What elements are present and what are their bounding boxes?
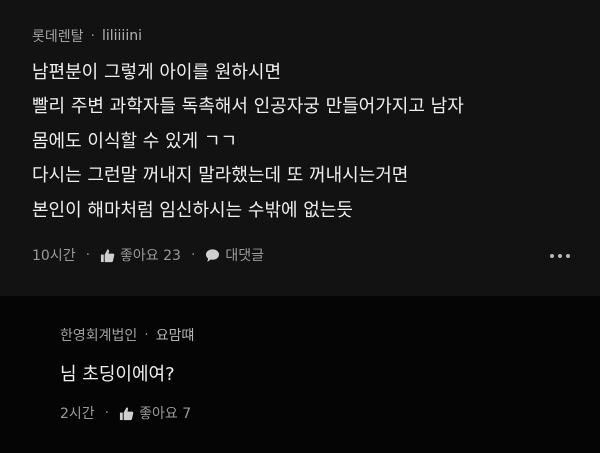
reply-button[interactable]: 대댓글	[205, 245, 264, 265]
reply-username[interactable]: 요맘떄	[156, 325, 195, 345]
like-count-label: 좋아요 23	[120, 248, 181, 264]
comment-line: 남편분이 그렇게 아이를 원하시면	[32, 62, 282, 83]
like-button[interactable]: 좋아요 7	[119, 403, 191, 423]
author-separator: ·	[144, 327, 149, 343]
comment-line: 빨리 주변 과학자들 독촉해서 인공자궁 만들어가지고 남자	[32, 96, 464, 118]
comment-body: 남편분이 그렇게 아이를 원하시면 빨리 주변 과학자들 독촉해서 인공자궁 만…	[32, 56, 464, 228]
reply-author-name[interactable]: 한영회계법인	[60, 325, 137, 345]
author-separator: ·	[90, 28, 95, 44]
comment-username[interactable]: liliiiini	[102, 28, 142, 44]
comment-line: 다시는 그런말 꺼내지 말라했는데 또 꺼내시는거면	[32, 165, 409, 187]
reply-label: 대댓글	[225, 248, 265, 264]
thumbs-up-icon	[100, 248, 115, 263]
thumbs-up-icon	[119, 406, 134, 421]
reply-time: 2시간	[60, 406, 95, 422]
reply-actions: 2시간 · 좋아요 7	[60, 403, 191, 423]
reply-author-line: 한영회계법인 · 요맘떄	[60, 325, 194, 345]
action-separator: ·	[104, 405, 110, 421]
like-button[interactable]: 좋아요 23	[100, 245, 181, 265]
comment-card: 롯데렌탈 · liliiiini 남편분이 그렇게 아이를 원하시면 빨리 주변…	[0, 0, 600, 296]
reply-body: 님 초딩이에여?	[60, 358, 175, 392]
like-count-label: 좋아요 7	[139, 406, 192, 422]
reply-line: 님 초딩이에여?	[60, 364, 175, 385]
reply-card: 한영회계법인 · 요맘떄 님 초딩이에여? 2시간 · 좋아요 7	[0, 296, 600, 453]
comment-line: 몸에도 이식할 수 있게 ㄱㄱ	[32, 130, 238, 152]
action-separator: ·	[85, 247, 91, 263]
comment-actions: 10시간 · 좋아요 23 · 대댓글	[32, 245, 264, 265]
comment-line: 본인이 해마처럼 임신하시는 수밖에 없는듯	[32, 199, 353, 221]
more-dot	[558, 254, 562, 258]
comment-author-name[interactable]: 롯데렌탈	[32, 26, 84, 46]
speech-bubble-icon	[205, 248, 220, 263]
more-dots-icon[interactable]	[550, 254, 570, 258]
action-separator: ·	[190, 247, 196, 263]
comment-author-line: 롯데렌탈 · liliiiini	[32, 26, 142, 46]
comment-time: 10시간	[32, 248, 76, 264]
more-dot	[566, 254, 570, 258]
more-dot	[550, 254, 554, 258]
